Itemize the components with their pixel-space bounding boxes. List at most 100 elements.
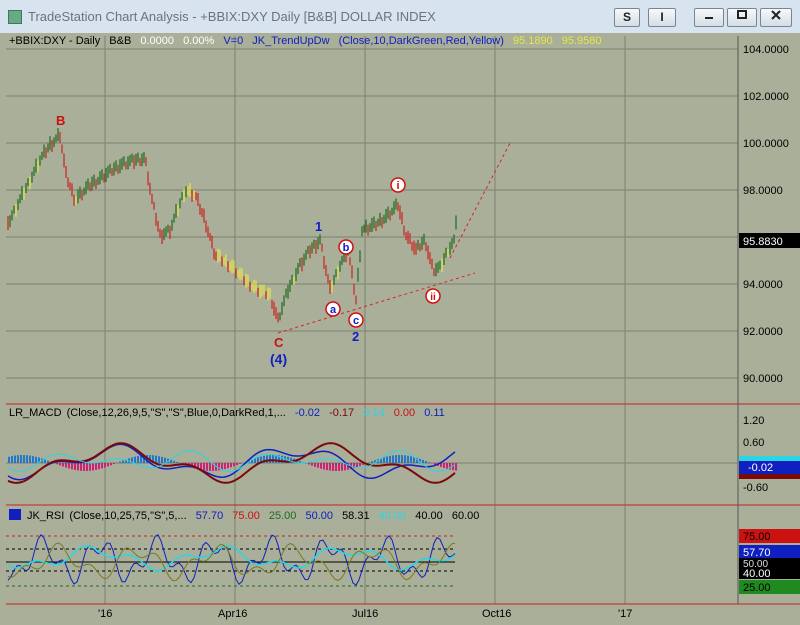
x-tick: Oct16 bbox=[482, 608, 511, 620]
macd-header: LR_MACD (Close,12,26,9,5,"S","S",Blue,0,… bbox=[9, 407, 445, 419]
rsi-v2: 75.00 bbox=[232, 510, 260, 522]
macd-v4: 0.00 bbox=[394, 407, 415, 419]
wave-circle-ii: ii bbox=[425, 288, 441, 304]
macd-hist-bar bbox=[104, 463, 106, 468]
macd-hist-bar bbox=[428, 462, 430, 463]
macd-v5: 0.11 bbox=[424, 407, 445, 419]
style-button[interactable]: S bbox=[614, 8, 640, 27]
wave-label-c: c bbox=[353, 315, 359, 327]
macd-hist-bar bbox=[308, 463, 310, 465]
wave-label-a: a bbox=[330, 304, 337, 316]
wave-circle-a: a bbox=[325, 301, 341, 317]
macd-hist-bar bbox=[323, 463, 325, 470]
macd-hist-bar bbox=[395, 455, 397, 463]
macd-hist-bar bbox=[74, 463, 76, 470]
macd-hist-bar bbox=[176, 462, 178, 463]
rsi-label: JK_RSI bbox=[27, 510, 64, 522]
macd-hist-bar bbox=[332, 463, 334, 471]
y-tick: 100.0000 bbox=[743, 138, 789, 150]
chart-svg[interactable]: B C (4) 1 2 a b c i ii +BBIX:DXY - Daily… bbox=[0, 33, 800, 625]
rsi-badge-main-text: 57.70 bbox=[743, 547, 771, 559]
macd-hist-bar bbox=[47, 460, 49, 463]
indicator-name: JK_TrendUpDw bbox=[252, 35, 329, 47]
rsi-badge-40-text: 40.00 bbox=[743, 568, 771, 580]
macd-hist-bar bbox=[356, 463, 358, 468]
macd-hist-bar bbox=[404, 455, 406, 463]
indicator-params: (Close,10,DarkGreen,Red,Yellow) bbox=[339, 35, 504, 47]
x-tick: '17 bbox=[618, 608, 632, 620]
minimize-button[interactable] bbox=[694, 8, 724, 27]
macd-hist-bar bbox=[266, 455, 268, 463]
rsi-v4: 50.00 bbox=[305, 510, 333, 522]
macd-y-tick: -0.60 bbox=[743, 482, 768, 494]
macd-hist-bar bbox=[422, 459, 424, 463]
y-tick: 94.0000 bbox=[743, 279, 783, 291]
macd-hist-bar bbox=[26, 455, 28, 463]
window-title: TradeStation Chart Analysis - +BBIX:DXY … bbox=[28, 9, 436, 24]
macd-hist-bar bbox=[20, 455, 22, 463]
wave-label-2: 2 bbox=[352, 329, 359, 344]
x-tick: Jul16 bbox=[352, 608, 378, 620]
macd-hist-bar bbox=[11, 456, 13, 463]
macd-hist-bar bbox=[392, 455, 394, 463]
macd-hist-bar bbox=[98, 463, 100, 470]
wave-label-4: (4) bbox=[270, 351, 287, 367]
wave-label-B: B bbox=[56, 113, 65, 128]
macd-hist-bar bbox=[89, 463, 91, 471]
wave-circle-i: i bbox=[390, 177, 406, 193]
macd-hist-bar bbox=[446, 463, 448, 469]
macd-hist-bar bbox=[32, 456, 34, 463]
price-header: +BBIX:DXY - Daily B&B 0.0000 0.00% V=0 J… bbox=[9, 35, 602, 47]
chart-area[interactable]: B C (4) 1 2 a b c i ii +BBIX:DXY - Daily… bbox=[0, 33, 800, 625]
rsi-v7: 40.00 bbox=[415, 510, 443, 522]
macd-hist-bar bbox=[455, 463, 457, 471]
macd-badge-cyan bbox=[739, 456, 800, 461]
macd-v1: -0.02 bbox=[295, 407, 320, 419]
macd-hist-bar bbox=[35, 456, 37, 463]
macd-hist-bar bbox=[221, 463, 223, 470]
y-tick: 104.0000 bbox=[743, 44, 789, 56]
title-bar: TradeStation Chart Analysis - +BBIX:DXY … bbox=[0, 0, 800, 34]
macd-panel[interactable] bbox=[6, 406, 738, 504]
y-tick: 102.0000 bbox=[743, 91, 789, 103]
macd-hist-bar bbox=[14, 455, 16, 463]
macd-hist-bar bbox=[314, 463, 316, 467]
rsi-v3: 25.00 bbox=[269, 510, 297, 522]
bb-label: B&B bbox=[109, 35, 131, 47]
macd-hist-bar bbox=[23, 455, 25, 463]
macd-hist-bar bbox=[443, 463, 445, 468]
macd-hist-bar bbox=[107, 463, 109, 467]
wave-circle-b: b bbox=[338, 239, 354, 255]
macd-hist-bar bbox=[164, 457, 166, 463]
macd-y-tick: 1.20 bbox=[743, 415, 764, 427]
macd-hist-bar bbox=[155, 455, 157, 463]
change-pct: 0.00% bbox=[183, 35, 214, 47]
macd-hist-bar bbox=[359, 463, 361, 467]
macd-hist-bar bbox=[227, 463, 229, 469]
macd-hist-bar bbox=[335, 463, 337, 471]
wave-label-ii: ii bbox=[430, 292, 436, 303]
macd-hist-bar bbox=[86, 463, 88, 471]
indicator-button[interactable]: I bbox=[648, 8, 676, 27]
rsi-color-swatch bbox=[9, 509, 21, 520]
macd-hist-bar bbox=[8, 456, 10, 463]
macd-hist-bar bbox=[92, 463, 94, 471]
close-button[interactable] bbox=[760, 8, 792, 27]
macd-badge-text: -0.02 bbox=[748, 462, 773, 474]
indicator-val1: 95.1890 bbox=[513, 35, 553, 47]
macd-hist-bar bbox=[257, 457, 259, 463]
macd-hist-bar bbox=[230, 463, 232, 468]
rsi-v8: 60.00 bbox=[452, 510, 480, 522]
y-tick: 92.0000 bbox=[743, 326, 783, 338]
rsi-v6: 40.00 bbox=[379, 510, 407, 522]
macd-hist-bar bbox=[320, 463, 322, 469]
macd-hist-bar bbox=[425, 461, 427, 463]
macd-hist-bar bbox=[113, 463, 115, 465]
macd-hist-bar bbox=[158, 456, 160, 463]
macd-hist-bar bbox=[80, 463, 82, 471]
macd-hist-bar bbox=[137, 455, 139, 463]
macd-hist-bar bbox=[224, 463, 226, 470]
macd-hist-bar bbox=[119, 461, 121, 463]
x-axis: '16 Apr16 Jul16 Oct16 '17 bbox=[98, 608, 632, 620]
maximize-button[interactable] bbox=[727, 8, 757, 27]
